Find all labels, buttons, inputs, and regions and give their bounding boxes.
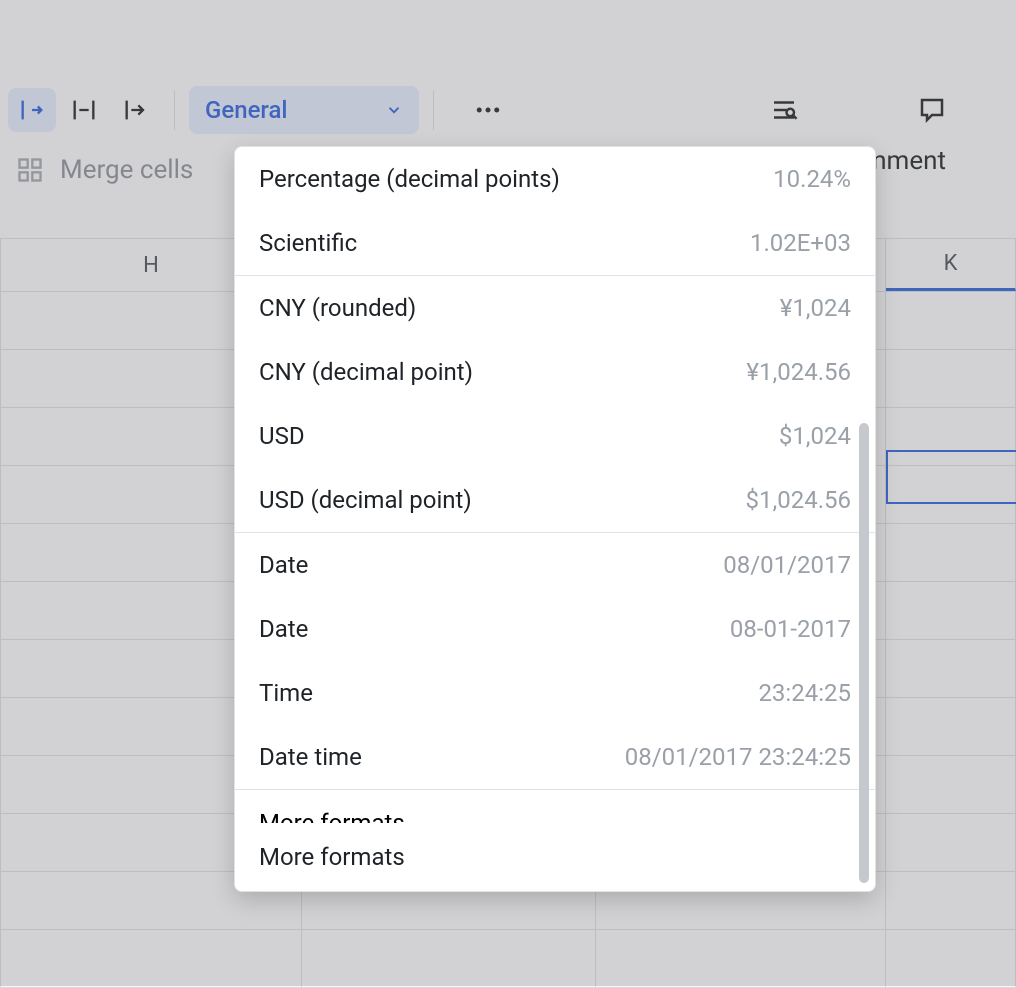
format-option-label: Date — [259, 615, 308, 643]
format-option-date-dash[interactable]: Date 08-01-2017 — [235, 597, 875, 661]
format-option-label: Percentage (decimal points) — [259, 165, 560, 193]
format-group-number: Percentage (decimal points) 10.24% Scien… — [235, 147, 875, 276]
format-option-cny-rounded[interactable]: CNY (rounded) ¥1,024 — [235, 276, 875, 340]
format-option-percentage[interactable]: Percentage (decimal points) 10.24% — [235, 147, 875, 211]
format-option-example: 1.02E+03 — [750, 229, 851, 257]
format-option-label: USD (decimal point) — [259, 486, 472, 514]
format-option-example: 08/01/2017 23:24:25 — [625, 743, 851, 771]
format-option-example: 10.24% — [773, 165, 851, 193]
format-option-label: Date — [259, 551, 308, 579]
format-option-label: CNY (rounded) — [259, 294, 416, 322]
format-option-date-slash[interactable]: Date 08/01/2017 — [235, 533, 875, 597]
format-option-time[interactable]: Time 23:24:25 — [235, 661, 875, 725]
format-option-example: 23:24:25 — [758, 679, 851, 707]
format-group-currency: CNY (rounded) ¥1,024 CNY (decimal point)… — [235, 276, 875, 533]
format-option-scientific[interactable]: Scientific 1.02E+03 — [235, 211, 875, 275]
dropdown-scrollbar[interactable] — [859, 423, 869, 883]
format-option-label: USD — [259, 422, 305, 450]
format-option-cny-decimal[interactable]: CNY (decimal point) ¥1,024.56 — [235, 340, 875, 404]
number-format-dropdown: Percentage (decimal points) 10.24% Scien… — [234, 146, 876, 892]
format-option-usd[interactable]: USD $1,024 — [235, 404, 875, 468]
format-option-example: 08/01/2017 — [723, 551, 851, 579]
format-option-label: Date time — [259, 743, 362, 771]
format-option-example: ¥1,024 — [780, 294, 851, 322]
format-option-more-formats[interactable]: More formats — [235, 789, 875, 855]
format-option-label: Time — [259, 679, 313, 707]
format-option-usd-decimal[interactable]: USD (decimal point) $1,024.56 — [235, 468, 875, 532]
format-group-datetime: Date 08/01/2017 Date 08-01-2017 Time 23:… — [235, 533, 875, 789]
format-option-label: CNY (decimal point) — [259, 358, 473, 386]
format-option-datetime[interactable]: Date time 08/01/2017 23:24:25 — [235, 725, 875, 789]
format-option-example: $1,024.56 — [746, 486, 851, 514]
format-option-label: Scientific — [259, 229, 357, 257]
format-option-example: 08-01-2017 — [730, 615, 851, 643]
format-option-example: $1,024 — [779, 422, 851, 450]
format-option-label: More formats — [259, 809, 405, 837]
format-option-example: ¥1,024.56 — [746, 358, 851, 386]
